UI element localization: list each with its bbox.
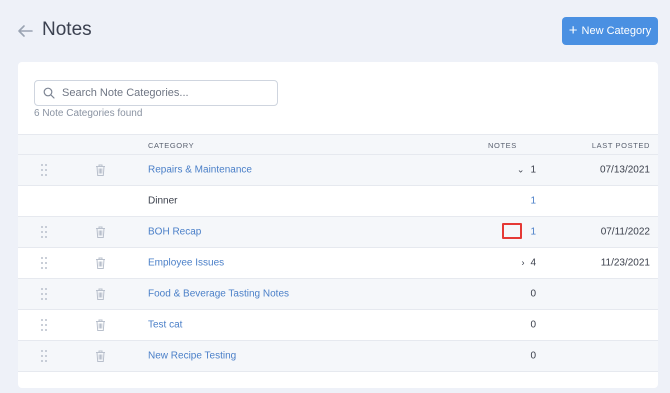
- table-row[interactable]: Repairs & Maintenance ⌄ 1 07/13/2021: [18, 155, 658, 186]
- category-name-link[interactable]: Employee Issues: [148, 258, 224, 269]
- category-name-link[interactable]: Test cat: [148, 320, 182, 331]
- notes-count-link[interactable]: 1: [496, 227, 536, 238]
- last-posted-date: 07/11/2022: [600, 226, 650, 238]
- notes-count: 0: [530, 319, 536, 331]
- drag-handle-icon[interactable]: [40, 256, 48, 270]
- chevron-right-icon[interactable]: ›: [521, 258, 524, 268]
- trash-icon[interactable]: [95, 164, 106, 177]
- drag-handle-icon[interactable]: [40, 163, 48, 177]
- trash-icon[interactable]: [95, 288, 106, 301]
- trash-icon[interactable]: [95, 226, 106, 239]
- last-posted-date: 11/23/2021: [600, 257, 650, 269]
- category-name-link[interactable]: New Recipe Testing: [148, 351, 236, 362]
- category-name-link[interactable]: Repairs & Maintenance: [148, 165, 252, 176]
- notes-count: 0: [530, 288, 536, 300]
- back-arrow-icon[interactable]: [16, 22, 34, 40]
- column-header-last-posted: LAST POSTED: [591, 141, 650, 150]
- search-icon: [43, 87, 55, 99]
- drag-handle-icon[interactable]: [40, 318, 48, 332]
- new-category-button[interactable]: + New Category: [562, 17, 658, 45]
- category-name-link[interactable]: BOH Recap: [148, 227, 201, 238]
- column-header-category: CATEGORY: [148, 141, 195, 150]
- trash-icon[interactable]: [95, 350, 106, 363]
- notes-count-link[interactable]: 1: [496, 196, 536, 207]
- page-header: Notes + New Category: [0, 0, 670, 62]
- category-name: Dinner: [148, 195, 178, 207]
- page-title: Notes: [42, 19, 92, 40]
- table-row[interactable]: Test cat 0: [18, 310, 658, 341]
- drag-handle-icon[interactable]: [40, 349, 48, 363]
- table-header: CATEGORY NOTES LAST POSTED: [18, 134, 658, 155]
- trash-icon[interactable]: [95, 319, 106, 332]
- last-posted-date: 07/13/2021: [599, 164, 650, 176]
- table-row[interactable]: Employee Issues › 4 11/23/2021: [18, 248, 658, 279]
- table-row[interactable]: Food & Beverage Tasting Notes 0: [18, 279, 658, 310]
- notes-count[interactable]: › 4: [496, 258, 536, 269]
- category-name-link[interactable]: Food & Beverage Tasting Notes: [148, 289, 289, 300]
- search-box[interactable]: [34, 80, 278, 106]
- search-input[interactable]: [62, 87, 262, 99]
- chevron-down-icon[interactable]: ⌄: [517, 165, 525, 176]
- new-category-label: New Category: [581, 25, 652, 37]
- drag-handle-icon[interactable]: [40, 287, 48, 301]
- table-row: Dinner 1: [18, 186, 658, 217]
- trash-icon[interactable]: [95, 257, 106, 270]
- plus-icon: +: [568, 22, 578, 39]
- table-row[interactable]: New Recipe Testing 0: [18, 341, 658, 372]
- results-count: 6 Note Categories found: [34, 108, 143, 119]
- column-header-notes: NOTES: [488, 141, 517, 150]
- drag-handle-icon[interactable]: [40, 225, 48, 239]
- categories-card: 6 Note Categories found CATEGORY NOTES L…: [18, 62, 658, 388]
- notes-count[interactable]: ⌄ 1: [496, 165, 536, 176]
- notes-count: 0: [530, 350, 536, 362]
- table-row[interactable]: BOH Recap 1 07/11/2022: [18, 217, 658, 248]
